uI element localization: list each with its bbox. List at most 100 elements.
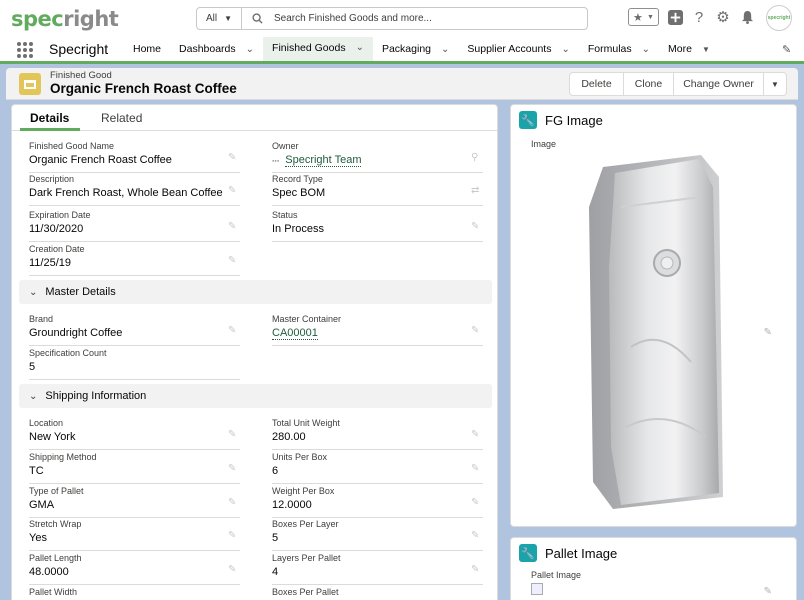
fg-image-card: 🔧 FG Image Image ✎: [510, 104, 797, 527]
detail-tabs: Details Related: [12, 105, 497, 131]
pencil-icon[interactable]: ✎: [228, 326, 238, 336]
more-actions-button[interactable]: ▼: [763, 72, 787, 96]
field-boxes-per-pallet: Boxes Per Pallet: [272, 586, 483, 600]
card-title: Pallet Image: [545, 545, 618, 561]
caret-down-icon[interactable]: ▼: [702, 45, 710, 54]
add-icon[interactable]: [667, 8, 683, 26]
gear-icon[interactable]: ⚙: [715, 8, 731, 26]
pencil-icon[interactable]: ✎: [471, 464, 481, 474]
tab-formulas[interactable]: Formulas ⌄: [579, 37, 659, 61]
delete-button[interactable]: Delete: [569, 72, 624, 96]
pencil-icon[interactable]: ✎: [228, 256, 238, 266]
chevron-down-icon[interactable]: ⌄: [246, 44, 254, 55]
chevron-down-icon[interactable]: ⌄: [441, 44, 449, 55]
tab-home[interactable]: Home: [124, 37, 170, 61]
pencil-icon[interactable]: ✎: [471, 531, 481, 541]
tab-more[interactable]: More ▼: [659, 37, 719, 61]
pencil-icon[interactable]: ✎: [471, 430, 481, 440]
pallet-image-card: 🔧 Pallet Image Pallet Image ✎: [510, 537, 797, 600]
pencil-icon[interactable]: ✎: [471, 222, 481, 232]
image-label: Pallet Image: [531, 570, 582, 580]
field-creation-date: Creation Date 11/25/19 ✎: [29, 243, 240, 276]
avatar[interactable]: specright: [766, 5, 792, 31]
active-tab-indicator: [20, 128, 80, 131]
change-owner-icon[interactable]: ⚲: [471, 153, 481, 163]
clone-button[interactable]: Clone: [623, 72, 674, 96]
field-boxes-per-layer: Boxes Per Layer 5 ✎: [272, 518, 483, 551]
card-title: FG Image: [545, 112, 603, 128]
app-launcher-icon[interactable]: [17, 42, 33, 58]
field-status: Status In Process ✎: [272, 209, 483, 242]
pencil-icon[interactable]: ✎: [471, 326, 481, 336]
chevron-down-icon: ▼: [647, 13, 654, 21]
tab-details[interactable]: Details: [30, 111, 69, 125]
pencil-icon[interactable]: ✎: [228, 153, 238, 163]
object-label: Finished Good: [50, 70, 112, 81]
pencil-icon[interactable]: ✎: [228, 430, 238, 440]
field-finished-good-name: Finished Good Name Organic French Roast …: [29, 140, 240, 173]
finished-good-icon: [19, 73, 41, 95]
tab-packaging[interactable]: Packaging ⌄: [373, 37, 458, 61]
change-owner-button[interactable]: Change Owner: [673, 72, 764, 96]
app-name: Specright: [49, 41, 109, 57]
field-layers-per-pallet: Layers Per Pallet 4 ✎: [272, 552, 483, 585]
search-scope-select[interactable]: All ▼: [197, 8, 242, 29]
field-expiration-date: Expiration Date 11/30/2020 ✎: [29, 209, 240, 242]
help-icon[interactable]: ?: [691, 8, 707, 26]
chevron-down-icon: ⌄: [29, 390, 38, 402]
owner-link[interactable]: Specright Team: [285, 154, 362, 167]
app-nav-bar: Specright Home Dashboards ⌄ Finished Good…: [0, 37, 804, 64]
change-record-type-icon[interactable]: ⇄: [471, 186, 481, 196]
coffee-bag-image: [581, 147, 731, 520]
pencil-icon[interactable]: ✎: [471, 565, 481, 575]
section-master-details[interactable]: ⌄ Master Details: [19, 280, 492, 304]
broken-image-icon: [531, 583, 543, 595]
field-owner: Owner ●●● Specright Team ⚲: [272, 140, 483, 173]
master-container-link[interactable]: CA00001: [272, 327, 318, 340]
chevron-down-icon[interactable]: ⌄: [642, 44, 650, 55]
bell-icon[interactable]: [739, 8, 755, 26]
global-search[interactable]: All ▼ Search Finished Goods and more...: [196, 7, 588, 30]
nav-tabs: Home Dashboards ⌄ Finished Goods ⌄ Packagi…: [124, 37, 719, 64]
tab-dashboards[interactable]: Dashboards ⌄: [170, 37, 263, 61]
favorites-button[interactable]: ★ ▼: [628, 8, 659, 26]
pencil-icon[interactable]: ✎: [228, 464, 238, 474]
chevron-down-icon[interactable]: ⌄: [561, 44, 569, 55]
field-total-unit-weight: Total Unit Weight 280.00 ✎: [272, 417, 483, 450]
field-units-per-box: Units Per Box 6 ✎: [272, 451, 483, 484]
pencil-icon[interactable]: ✎: [228, 531, 238, 541]
image-label: Image: [531, 139, 557, 149]
field-type-of-pallet: Type of Pallet GMA ✎: [29, 485, 240, 518]
field-pallet-length: Pallet Length 48.0000 ✎: [29, 552, 240, 585]
record-actions: Delete Clone Change Owner ▼: [569, 72, 787, 96]
caret-down-icon: ▼: [771, 79, 779, 89]
field-master-container: Master Container CA00001 ✎: [272, 313, 483, 346]
field-description: Description Dark French Roast, Whole Bea…: [29, 173, 240, 206]
wrench-icon: 🔧: [519, 111, 537, 129]
field-weight-per-box: Weight Per Box 12.0000 ✎: [272, 485, 483, 518]
tab-finished-goods[interactable]: Finished Goods ⌄: [263, 37, 373, 64]
tab-related[interactable]: Related: [101, 111, 142, 125]
field-pallet-width: Pallet Width: [29, 586, 240, 600]
specright-logo[interactable]: specright: [11, 6, 119, 32]
pencil-icon[interactable]: ✎: [228, 222, 238, 232]
pencil-icon[interactable]: ✎: [228, 186, 238, 196]
field-shipping-method: Shipping Method TC ✎: [29, 451, 240, 484]
field-location: Location New York ✎: [29, 417, 240, 450]
record-header: Finished Good Organic French Roast Coffe…: [6, 68, 798, 100]
wrench-icon: 🔧: [519, 544, 537, 562]
chevron-down-icon[interactable]: ⌄: [356, 42, 364, 53]
chevron-down-icon: ⌄: [29, 286, 38, 298]
pencil-icon[interactable]: ✎: [471, 498, 481, 508]
section-shipping-information[interactable]: ⌄ Shipping Information: [19, 384, 492, 408]
pencil-icon[interactable]: ✎: [764, 327, 772, 338]
search-input[interactable]: Search Finished Goods and more...: [274, 13, 432, 24]
pencil-icon[interactable]: ✎: [764, 586, 772, 597]
edit-nav-icon[interactable]: ✎: [782, 43, 791, 56]
page-title: Organic French Roast Coffee: [50, 81, 237, 96]
tab-supplier-accounts[interactable]: Supplier Accounts ⌄: [458, 37, 578, 61]
star-icon: ★: [633, 11, 643, 24]
search-icon: [252, 13, 264, 25]
pencil-icon[interactable]: ✎: [228, 565, 238, 575]
pencil-icon[interactable]: ✎: [228, 498, 238, 508]
